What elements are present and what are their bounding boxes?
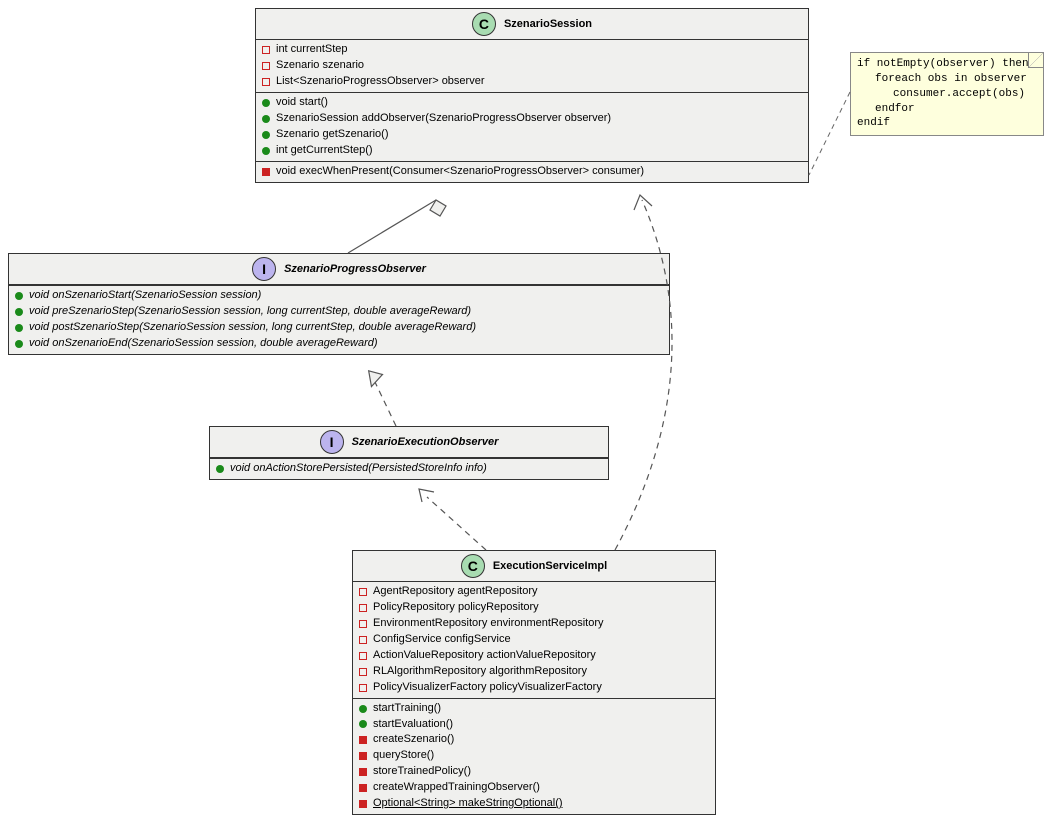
private-method-icon	[359, 752, 367, 760]
private-field-icon	[359, 668, 367, 676]
class-szenariosession: C SzenarioSession int currentStep Szenar…	[255, 8, 809, 183]
public-method-icon	[15, 308, 23, 316]
field: List<SzenarioProgressObserver> observer	[262, 74, 802, 90]
public-method-icon	[15, 292, 23, 300]
method: void execWhenPresent(Consumer<SzenarioPr…	[262, 164, 802, 180]
method: startTraining()	[359, 701, 709, 717]
method: storeTrainedPolicy()	[359, 764, 709, 780]
private-field-icon	[262, 78, 270, 86]
method: void onSzenarioEnd(SzenarioSession sessi…	[15, 336, 663, 352]
class-badge-icon: C	[472, 12, 496, 36]
class-header: I SzenarioExecutionObserver	[210, 427, 608, 458]
interface-szenarioexecutionobserver: I SzenarioExecutionObserver void onActio…	[209, 426, 609, 480]
private-field-icon	[359, 604, 367, 612]
uml-canvas: C SzenarioSession int currentStep Szenar…	[0, 0, 1045, 833]
field: ConfigService configService	[359, 632, 709, 648]
note-anchor-line	[809, 92, 850, 175]
public-method-icon	[15, 324, 23, 332]
field: AgentRepository agentRepository	[359, 584, 709, 600]
method: int getCurrentStep()	[262, 143, 802, 159]
fields-section: int currentStep Szenario szenario List<S…	[256, 40, 808, 92]
method: startEvaluation()	[359, 717, 709, 733]
methods-section: void start() SzenarioSession addObserver…	[256, 93, 808, 161]
private-field-icon	[359, 636, 367, 644]
method: void onActionStorePersisted(PersistedSto…	[216, 461, 602, 477]
class-executionserviceimpl: C ExecutionServiceImpl AgentRepository a…	[352, 550, 716, 815]
class-title: SzenarioExecutionObserver	[352, 436, 499, 448]
methods-section: void onSzenarioStart(SzenarioSession ses…	[9, 286, 669, 354]
method: Szenario getSzenario()	[262, 127, 802, 143]
methods-section: void onActionStorePersisted(PersistedSto…	[210, 459, 608, 479]
public-method-icon	[216, 465, 224, 473]
field: ActionValueRepository actionValueReposit…	[359, 648, 709, 664]
method: SzenarioSession addObserver(SzenarioProg…	[262, 111, 802, 127]
public-method-icon	[262, 99, 270, 107]
note-fold-icon	[1028, 53, 1043, 68]
class-header: C SzenarioSession	[256, 9, 808, 40]
public-method-icon	[359, 720, 367, 728]
note-line: consumer.accept(obs)	[857, 87, 1037, 102]
private-field-icon	[359, 652, 367, 660]
private-field-icon	[359, 620, 367, 628]
class-badge-icon: C	[461, 554, 485, 578]
realization-arrow-icon	[369, 369, 385, 387]
dependency-arrow-icon	[634, 195, 652, 210]
note-line: if notEmpty(observer) then	[857, 57, 1037, 72]
method: void postSzenarioStep(SzenarioSession se…	[15, 320, 663, 336]
public-method-icon	[15, 340, 23, 348]
note-line: endfor	[857, 102, 1037, 117]
dependency-line	[427, 497, 486, 550]
field: PolicyVisualizerFactory policyVisualizer…	[359, 680, 709, 696]
method: createWrappedTrainingObserver()	[359, 780, 709, 796]
method: createSzenario()	[359, 732, 709, 748]
aggregation-line	[348, 200, 436, 253]
method: queryStore()	[359, 748, 709, 764]
fields-section: AgentRepository agentRepository PolicyRe…	[353, 582, 715, 698]
public-method-icon	[262, 147, 270, 155]
methods-private-section: void execWhenPresent(Consumer<SzenarioPr…	[256, 162, 808, 182]
dependency-arrow-icon	[419, 489, 434, 502]
method: void start()	[262, 95, 802, 111]
private-method-icon	[359, 784, 367, 792]
methods-section: startTraining() startEvaluation() create…	[353, 699, 715, 815]
private-field-icon	[262, 62, 270, 70]
public-method-icon	[359, 705, 367, 713]
field: Szenario szenario	[262, 58, 802, 74]
method: void preSzenarioStep(SzenarioSession ses…	[15, 304, 663, 320]
private-field-icon	[359, 588, 367, 596]
interface-szenarioprogressobserver: I SzenarioProgressObserver void onSzenar…	[8, 253, 670, 355]
private-method-icon	[359, 768, 367, 776]
private-method-icon	[262, 168, 270, 176]
uml-note: if notEmpty(observer) then foreach obs i…	[850, 52, 1044, 136]
class-title: SzenarioSession	[504, 18, 592, 30]
class-title: ExecutionServiceImpl	[493, 560, 607, 572]
field: int currentStep	[262, 42, 802, 58]
method: Optional<String> makeStringOptional()	[359, 796, 709, 812]
note-line: endif	[857, 116, 1037, 131]
private-method-icon	[359, 800, 367, 808]
field: PolicyRepository policyRepository	[359, 600, 709, 616]
private-method-icon	[359, 736, 367, 744]
class-header: I SzenarioProgressObserver	[9, 254, 669, 285]
interface-badge-icon: I	[320, 430, 344, 454]
class-title: SzenarioProgressObserver	[284, 263, 426, 275]
public-method-icon	[262, 115, 270, 123]
public-method-icon	[262, 131, 270, 139]
method: void onSzenarioStart(SzenarioSession ses…	[15, 288, 663, 304]
field: EnvironmentRepository environmentReposit…	[359, 616, 709, 632]
private-field-icon	[359, 684, 367, 692]
aggregation-diamond-icon	[430, 200, 446, 216]
field: RLAlgorithmRepository algorithmRepositor…	[359, 664, 709, 680]
realization-line	[374, 380, 396, 426]
note-line: foreach obs in observer	[857, 72, 1037, 87]
class-header: C ExecutionServiceImpl	[353, 551, 715, 582]
private-field-icon	[262, 46, 270, 54]
interface-badge-icon: I	[252, 257, 276, 281]
